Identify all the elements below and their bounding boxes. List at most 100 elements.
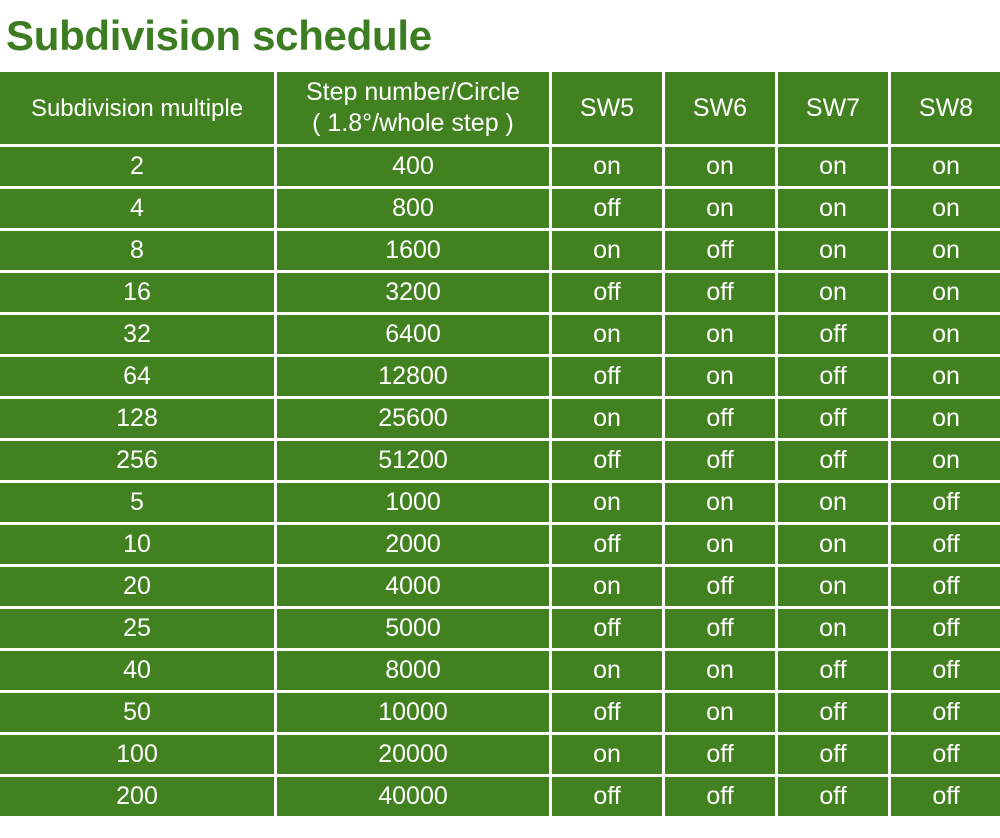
cell-sw6: on: [665, 525, 775, 564]
cell-subdivision-multiple: 10: [0, 525, 274, 564]
cell-step-number: 800: [277, 189, 549, 228]
cell-step-number: 5000: [277, 609, 549, 648]
cell-sw8: off: [891, 567, 1000, 606]
cell-sw7: on: [778, 147, 888, 186]
cell-sw5: off: [552, 189, 662, 228]
cell-step-number: 6400: [277, 315, 549, 354]
table-row: 128 25600 on off off on: [0, 399, 1000, 438]
cell-sw5: on: [552, 399, 662, 438]
cell-sw5: off: [552, 441, 662, 480]
cell-step-number: 8000: [277, 651, 549, 690]
cell-sw7: off: [778, 693, 888, 732]
header-row: Subdivision multiple Step number/Circle …: [0, 72, 1000, 144]
cell-sw7: off: [778, 777, 888, 816]
cell-sw5: on: [552, 735, 662, 774]
cell-sw8: off: [891, 693, 1000, 732]
column-header-step-number-circle: Step number/Circle ( 1.8°/whole step ): [277, 72, 549, 144]
table-row: 8 1600 on off on on: [0, 231, 1000, 270]
cell-sw6: off: [665, 273, 775, 312]
cell-sw8: off: [891, 777, 1000, 816]
cell-step-number: 10000: [277, 693, 549, 732]
cell-step-number: 2000: [277, 525, 549, 564]
table-row: 10 2000 off on on off: [0, 525, 1000, 564]
cell-sw6: on: [665, 189, 775, 228]
cell-subdivision-multiple: 32: [0, 315, 274, 354]
cell-sw7: off: [778, 399, 888, 438]
table-row: 2 400 on on on on: [0, 147, 1000, 186]
cell-subdivision-multiple: 128: [0, 399, 274, 438]
cell-sw8: on: [891, 273, 1000, 312]
cell-sw5: off: [552, 357, 662, 396]
cell-sw8: off: [891, 609, 1000, 648]
cell-step-number: 1600: [277, 231, 549, 270]
cell-step-number: 400: [277, 147, 549, 186]
cell-step-number: 1000: [277, 483, 549, 522]
column-header-step-number-line2: ( 1.8°/whole step ): [312, 109, 514, 137]
cell-sw7: on: [778, 525, 888, 564]
cell-subdivision-multiple: 20: [0, 567, 274, 606]
column-header-sw5: SW5: [552, 72, 662, 144]
cell-sw8: off: [891, 525, 1000, 564]
table-row: 100 20000 on off off off: [0, 735, 1000, 774]
table-row: 200 40000 off off off off: [0, 777, 1000, 816]
column-header-sw7: SW7: [778, 72, 888, 144]
cell-sw8: on: [891, 357, 1000, 396]
subdivision-schedule-table: Subdivision multiple Step number/Circle …: [0, 69, 1000, 819]
cell-sw7: off: [778, 651, 888, 690]
cell-sw8: off: [891, 735, 1000, 774]
cell-subdivision-multiple: 25: [0, 609, 274, 648]
cell-sw8: on: [891, 147, 1000, 186]
table-row: 40 8000 on on off off: [0, 651, 1000, 690]
cell-step-number: 51200: [277, 441, 549, 480]
cell-step-number: 4000: [277, 567, 549, 606]
cell-sw7: on: [778, 231, 888, 270]
cell-sw6: off: [665, 399, 775, 438]
cell-sw7: off: [778, 315, 888, 354]
cell-sw6: off: [665, 231, 775, 270]
page-title: Subdivision schedule: [6, 12, 432, 59]
cell-step-number: 25600: [277, 399, 549, 438]
cell-sw7: off: [778, 357, 888, 396]
table-row: 16 3200 off off on on: [0, 273, 1000, 312]
cell-subdivision-multiple: 8: [0, 231, 274, 270]
cell-step-number: 20000: [277, 735, 549, 774]
cell-sw5: on: [552, 651, 662, 690]
cell-subdivision-multiple: 64: [0, 357, 274, 396]
cell-sw7: on: [778, 567, 888, 606]
cell-sw5: on: [552, 483, 662, 522]
cell-sw6: off: [665, 777, 775, 816]
cell-sw6: on: [665, 357, 775, 396]
table-body: 2 400 on on on on 4 800 off on on on 8 1600 on off on on 1…: [0, 147, 1000, 816]
cell-subdivision-multiple: 16: [0, 273, 274, 312]
column-header-subdivision-multiple: Subdivision multiple: [0, 72, 274, 144]
cell-sw5: off: [552, 777, 662, 816]
cell-sw7: off: [778, 735, 888, 774]
cell-sw5: on: [552, 567, 662, 606]
cell-sw6: off: [665, 441, 775, 480]
cell-sw6: off: [665, 735, 775, 774]
cell-sw6: on: [665, 315, 775, 354]
page-root: Subdivision schedule Subdivision multipl…: [0, 0, 1000, 838]
table-row: 50 10000 off on off off: [0, 693, 1000, 732]
cell-sw7: off: [778, 441, 888, 480]
cell-subdivision-multiple: 5: [0, 483, 274, 522]
cell-sw7: on: [778, 609, 888, 648]
table-row: 4 800 off on on on: [0, 189, 1000, 228]
cell-sw6: on: [665, 147, 775, 186]
column-header-sw8: SW8: [891, 72, 1000, 144]
cell-step-number: 40000: [277, 777, 549, 816]
table-row: 32 6400 on on off on: [0, 315, 1000, 354]
cell-subdivision-multiple: 200: [0, 777, 274, 816]
cell-subdivision-multiple: 40: [0, 651, 274, 690]
cell-sw8: on: [891, 189, 1000, 228]
cell-subdivision-multiple: 50: [0, 693, 274, 732]
cell-sw7: on: [778, 273, 888, 312]
cell-sw5: on: [552, 231, 662, 270]
cell-sw6: off: [665, 567, 775, 606]
cell-step-number: 3200: [277, 273, 549, 312]
cell-sw5: on: [552, 147, 662, 186]
cell-subdivision-multiple: 2: [0, 147, 274, 186]
table-header: Subdivision multiple Step number/Circle …: [0, 72, 1000, 144]
cell-sw6: off: [665, 609, 775, 648]
cell-sw7: on: [778, 483, 888, 522]
